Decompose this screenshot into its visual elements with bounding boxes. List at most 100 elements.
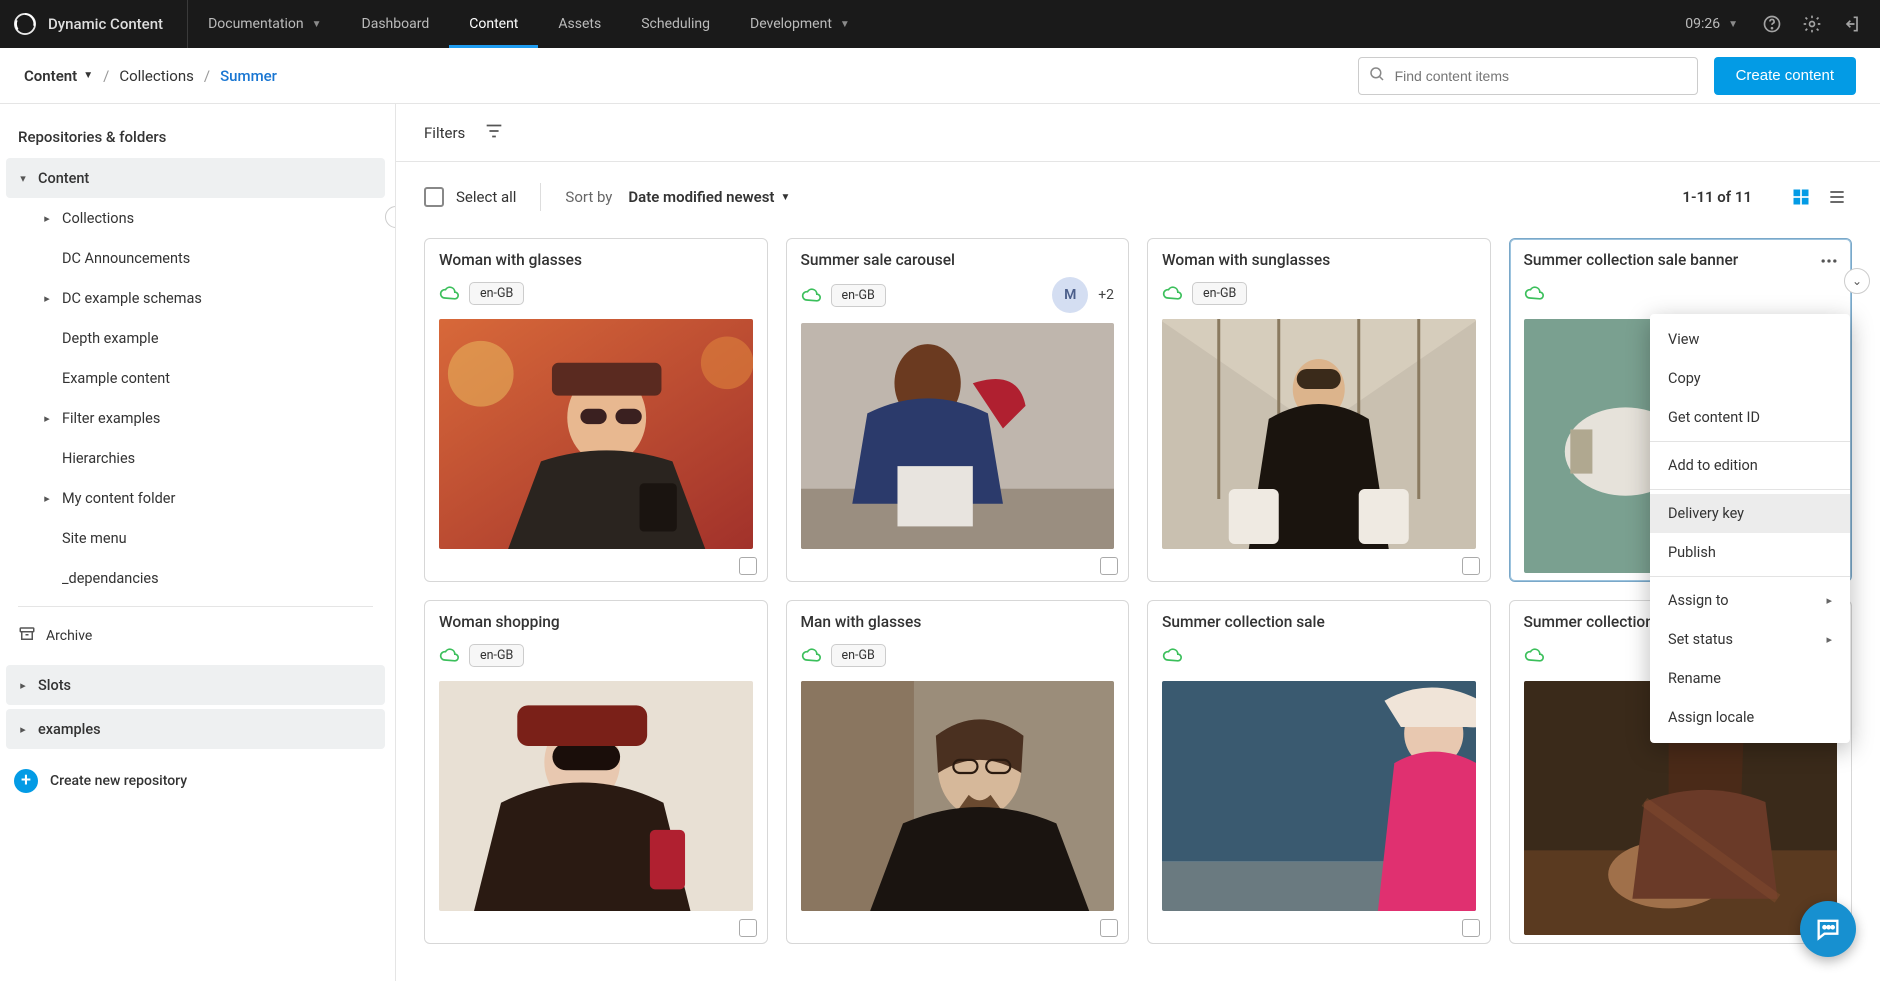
ctx-assign-to[interactable]: Assign to ▸: [1650, 581, 1850, 620]
content-card[interactable]: Woman with sunglasses en-GB: [1147, 238, 1491, 582]
content-card[interactable]: Man with glasses en-GB: [786, 600, 1130, 944]
ctx-view[interactable]: View: [1650, 320, 1850, 359]
extra-count: +2: [1098, 287, 1114, 303]
locale-badge: en-GB: [469, 644, 524, 667]
create-repository-button[interactable]: + Create new repository: [6, 759, 385, 803]
nav-assets[interactable]: Assets: [538, 0, 621, 48]
avatar: M: [1052, 277, 1088, 313]
ctx-separator: [1650, 576, 1850, 577]
nav-logout[interactable]: [1832, 0, 1880, 48]
sort-value-label: Date modified newest: [628, 188, 774, 206]
archive-icon: [18, 625, 36, 647]
chevron-down-icon: ▼: [312, 19, 322, 30]
content-card[interactable]: Woman shopping en-GB: [424, 600, 768, 944]
chevron-down-icon: ▾: [14, 172, 32, 185]
ctx-set-status[interactable]: Set status ▸: [1650, 620, 1850, 659]
nav-dashboard-label: Dashboard: [362, 16, 430, 32]
nav-assets-label: Assets: [558, 16, 601, 32]
ctx-add-edition-label: Add to edition: [1668, 457, 1758, 474]
ctx-delivery-key[interactable]: Delivery key: [1650, 494, 1850, 533]
cloud-icon: [1162, 645, 1182, 665]
search-input[interactable]: [1358, 57, 1698, 95]
checkbox-icon: [424, 187, 444, 207]
content-card[interactable]: Summer collection sale: [1147, 600, 1491, 944]
nav-documentation[interactable]: Documentation ▼: [188, 0, 341, 48]
cloud-icon: [1162, 283, 1182, 303]
cloud-icon: [1524, 283, 1544, 303]
view-toggle: [1786, 182, 1852, 212]
ctx-copy-label: Copy: [1668, 370, 1701, 387]
list-icon: [1827, 187, 1847, 207]
brand-logo-icon: [14, 13, 36, 35]
brand[interactable]: Dynamic Content: [0, 0, 188, 48]
nav-clock[interactable]: 09:26 ▼: [1671, 0, 1752, 48]
view-grid-button[interactable]: [1786, 182, 1816, 212]
card-title: Summer sale carousel: [801, 251, 1115, 269]
plus-icon: +: [14, 769, 38, 793]
ctx-publish[interactable]: Publish: [1650, 533, 1850, 572]
ctx-view-label: View: [1668, 331, 1699, 348]
chevron-right-icon: ▸: [1826, 594, 1832, 607]
chat-button[interactable]: [1800, 901, 1856, 957]
nav-settings[interactable]: [1792, 0, 1832, 48]
tree-slots[interactable]: ▸ Slots: [6, 665, 385, 705]
chevron-right-icon: ▸: [38, 292, 56, 305]
sort-dropdown[interactable]: Date modified newest ▼: [628, 188, 790, 206]
card-title: Summer collection sale banner: [1524, 251, 1838, 269]
select-all-label: Select all: [456, 188, 516, 206]
tree-content-root[interactable]: ▾ Content: [6, 158, 385, 198]
ctx-rename[interactable]: Rename: [1650, 659, 1850, 698]
card-checkbox[interactable]: [1462, 919, 1480, 937]
card-checkbox[interactable]: [1100, 919, 1118, 937]
tree-my-content-folder[interactable]: ▸ My content folder: [6, 478, 385, 518]
content-card[interactable]: Woman with glasses en-GB: [424, 238, 768, 582]
card-checkbox[interactable]: [1462, 557, 1480, 575]
card-checkbox[interactable]: [739, 919, 757, 937]
view-list-button[interactable]: [1822, 182, 1852, 212]
breadcrumb-collections[interactable]: Collections: [119, 67, 194, 85]
nav-content[interactable]: Content: [449, 0, 538, 48]
ctx-add-edition[interactable]: Add to edition: [1650, 446, 1850, 485]
breadcrumb-root[interactable]: Content ▼: [24, 67, 93, 85]
nav-help[interactable]: [1752, 0, 1792, 48]
tree-collections-label: Collections: [62, 210, 134, 227]
select-all[interactable]: Select all: [424, 187, 516, 207]
nav-development[interactable]: Development ▼: [730, 0, 870, 48]
tree-collections[interactable]: ▸ Collections: [6, 198, 385, 238]
create-content-button[interactable]: Create content: [1714, 57, 1856, 95]
card-title: Summer collection sale: [1162, 613, 1476, 631]
card-checkbox[interactable]: [739, 557, 757, 575]
tree-dc-example-schemas[interactable]: ▸ DC example schemas: [6, 278, 385, 318]
panel-expand-button[interactable]: ⌄: [1844, 268, 1870, 294]
tree-examples[interactable]: ▸ examples: [6, 709, 385, 749]
nav-scheduling[interactable]: Scheduling: [621, 0, 730, 48]
card-more-button[interactable]: [1815, 247, 1843, 275]
chevron-right-icon: ▸: [38, 412, 56, 425]
ctx-get-id[interactable]: Get content ID: [1650, 398, 1850, 437]
content-card[interactable]: Summer sale carousel en-GB M +2: [786, 238, 1130, 582]
filters-button[interactable]: [479, 116, 509, 149]
ctx-separator: [1650, 441, 1850, 442]
locale-badge: en-GB: [831, 644, 886, 667]
locale-badge: en-GB: [831, 284, 886, 307]
sidebar-collapse-button[interactable]: ‹: [385, 206, 396, 228]
ctx-copy[interactable]: Copy: [1650, 359, 1850, 398]
chevron-right-icon: ▸: [1826, 633, 1832, 646]
card-checkbox[interactable]: [1100, 557, 1118, 575]
cloud-icon: [439, 645, 459, 665]
nav-documentation-label: Documentation: [208, 16, 304, 32]
tree-dependancies[interactable]: _dependancies: [6, 558, 385, 598]
tree-filter-examples[interactable]: ▸ Filter examples: [6, 398, 385, 438]
tree-depth-example-label: Depth example: [62, 330, 159, 347]
top-nav-bar: Dynamic Content Documentation ▼ Dashboar…: [0, 0, 1880, 48]
tree-site-menu[interactable]: Site menu: [6, 518, 385, 558]
sidebar-divider: [18, 606, 373, 607]
locale-badge: en-GB: [1192, 282, 1247, 305]
tree-depth-example[interactable]: Depth example: [6, 318, 385, 358]
nav-dashboard[interactable]: Dashboard: [342, 0, 450, 48]
tree-example-content[interactable]: Example content: [6, 358, 385, 398]
ctx-assign-locale[interactable]: Assign locale: [1650, 698, 1850, 737]
sidebar-archive[interactable]: Archive: [6, 615, 385, 657]
tree-dc-announcements[interactable]: DC Announcements: [6, 238, 385, 278]
tree-hierarchies[interactable]: Hierarchies: [6, 438, 385, 478]
